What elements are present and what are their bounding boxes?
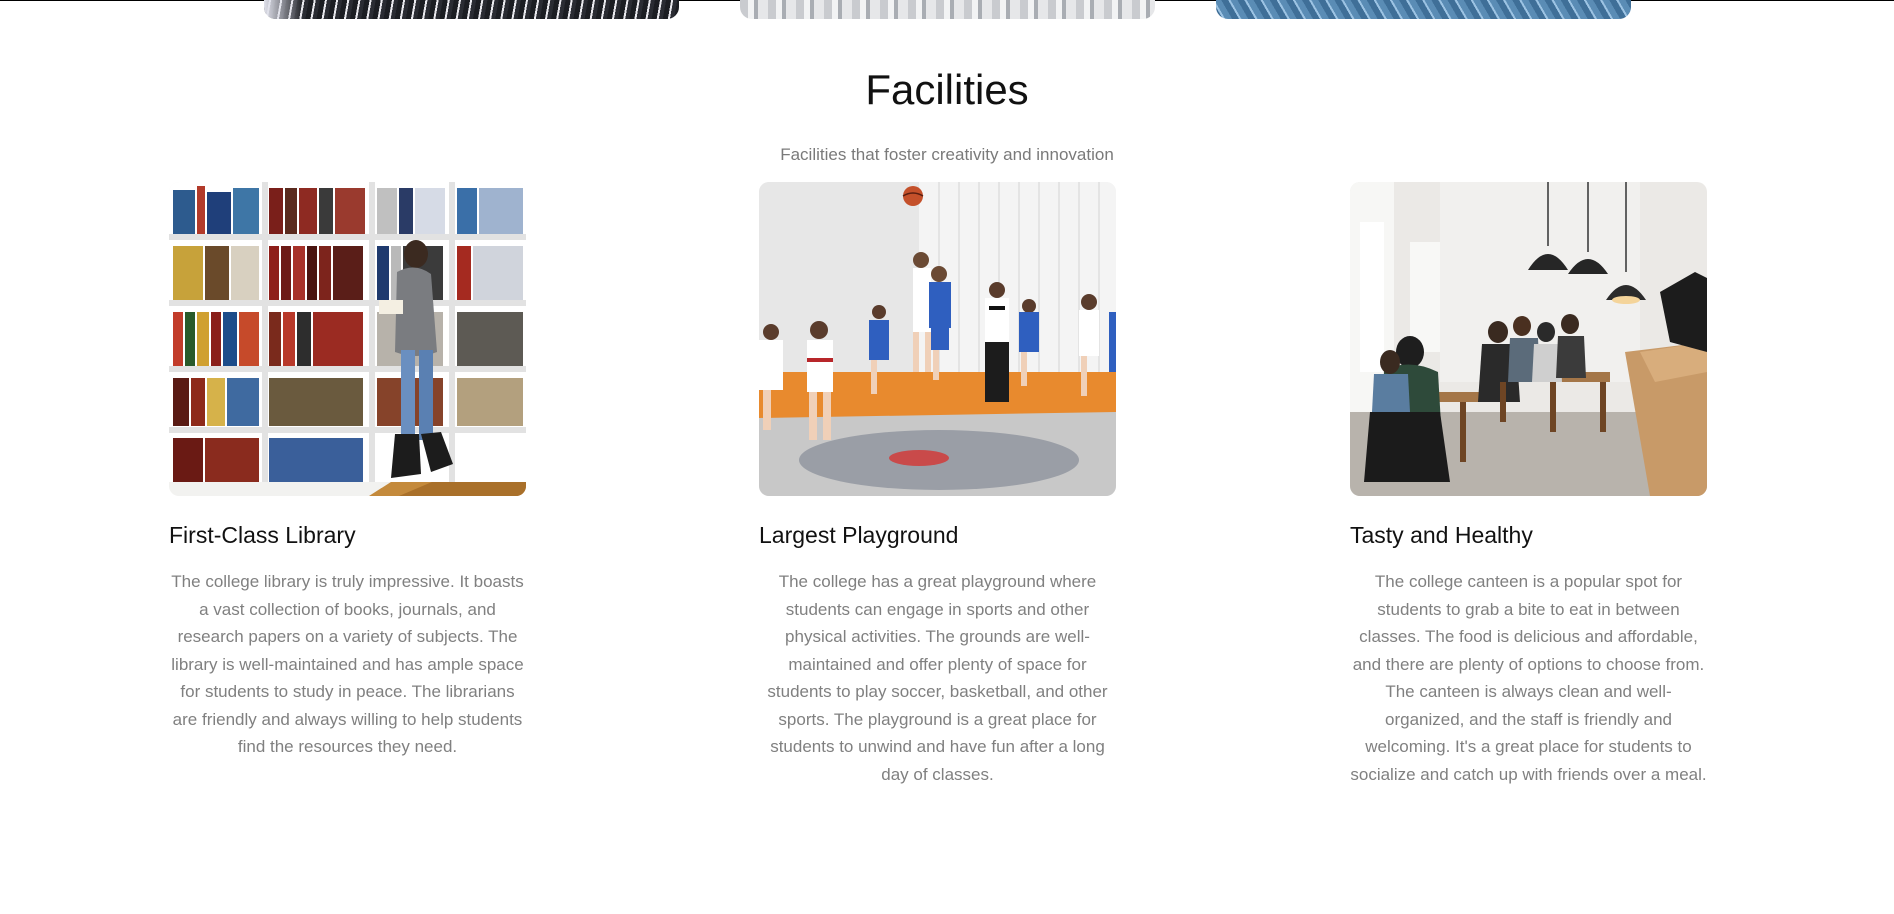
section-title: Facilities — [865, 66, 1029, 113]
card-description: The college canteen is a popular spot fo… — [1350, 572, 1707, 784]
campus-image-1 — [264, 0, 679, 19]
playground-image — [759, 182, 1116, 496]
card-title: First-Class Library — [169, 522, 356, 548]
facility-card-library: First-Class Library The college library … — [169, 182, 526, 756]
campus-image-2 — [740, 0, 1155, 19]
card-description: The college has a great playground where… — [767, 572, 1108, 784]
canteen-image — [1350, 182, 1707, 496]
library-image — [169, 182, 526, 496]
section-subtitle: Facilities that foster creativity and in… — [780, 145, 1114, 164]
card-title: Largest Playground — [759, 522, 959, 548]
campus-image-3 — [1216, 0, 1631, 19]
facilities-page: Facilities Facilities that foster creati… — [0, 0, 1894, 914]
card-title: Tasty and Healthy — [1350, 522, 1533, 548]
facility-card-canteen: Tasty and Healthy The college canteen is… — [1350, 182, 1707, 784]
facility-card-playground: Largest Playground The college has a gre… — [759, 182, 1116, 784]
card-description: The college library is truly impressive.… — [171, 572, 524, 756]
